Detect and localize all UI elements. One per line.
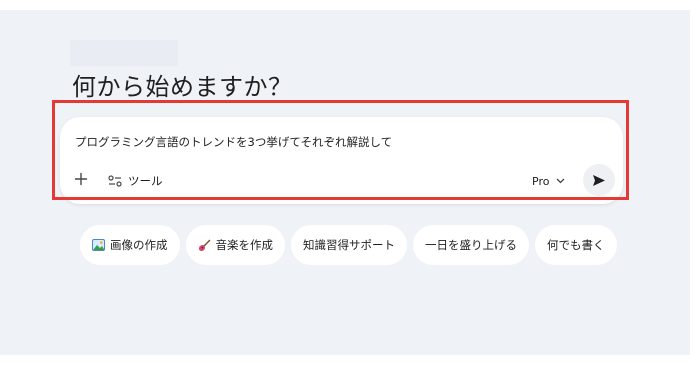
chip-create-music[interactable]: 音楽を作成 xyxy=(185,225,285,265)
highlight-frame xyxy=(52,100,629,200)
chip-write-anything[interactable]: 何でも書く xyxy=(535,225,617,265)
chip-label: 知識習得サポート xyxy=(303,238,395,252)
chip-label: 何でも書く xyxy=(547,238,605,252)
chip-brighten-day[interactable]: 一日を盛り上げる xyxy=(413,225,529,265)
chip-learning-support[interactable]: 知識習得サポート xyxy=(291,225,407,265)
page-heading: 何から始めますか？ xyxy=(72,73,293,101)
chip-label: 音楽を作成 xyxy=(215,238,274,252)
chip-label: 画像の作成 xyxy=(110,238,168,252)
main-canvas: 何から始めますか？ プログラミング言語のトレンドを3つ挙げてそれぞれ解説して ツ… xyxy=(0,10,690,355)
suggestion-chips: 画像の作成 音楽を作成 知識習得サポート 一日を盛り上げる 何でも書く xyxy=(80,225,617,265)
chip-create-image[interactable]: 画像の作成 xyxy=(80,225,180,265)
image-icon xyxy=(92,239,105,251)
chip-label: 一日を盛り上げる xyxy=(425,238,517,252)
guitar-icon xyxy=(198,239,211,252)
placeholder-block xyxy=(70,40,178,66)
